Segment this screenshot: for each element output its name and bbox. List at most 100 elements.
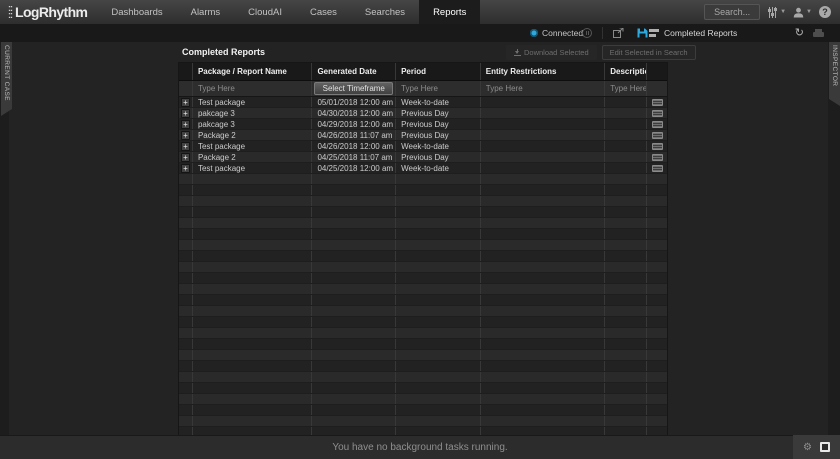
help-icon[interactable]: ?: [819, 6, 831, 18]
description-cell: [605, 152, 647, 162]
table-empty-row[interactable]: [179, 229, 667, 240]
save-view-button[interactable]: [637, 24, 648, 42]
expand-row-icon[interactable]: +: [181, 153, 190, 162]
tab-cases[interactable]: Cases: [296, 0, 351, 24]
generated-date-cell: [312, 328, 396, 338]
row-actions-cell: [647, 207, 667, 217]
table-empty-row[interactable]: [179, 218, 667, 229]
pop-out-button[interactable]: [613, 24, 624, 42]
header-package-name[interactable]: Package / Report Name: [193, 63, 313, 80]
tab-cloudai[interactable]: CloudAI: [234, 0, 296, 24]
expand-row-icon[interactable]: +: [181, 142, 190, 151]
logo-dots-icon: ::::: [8, 5, 12, 19]
print-icon[interactable]: [813, 29, 824, 37]
table-empty-row[interactable]: [179, 317, 667, 328]
table-empty-row[interactable]: [179, 174, 667, 185]
table-empty-row[interactable]: [179, 306, 667, 317]
generated-date-cell: [312, 174, 396, 184]
tab-dashboards[interactable]: Dashboards: [97, 0, 176, 24]
entity-restrictions-cell: [481, 416, 605, 426]
table-row[interactable]: +Test package04/25/2018 12:00 amWeek-to-…: [179, 163, 667, 174]
collapse-statusbar-icon[interactable]: [820, 442, 830, 452]
entity-restrictions-cell: [481, 240, 605, 250]
search-input[interactable]: Search...: [704, 4, 760, 20]
report-actions-icon[interactable]: [652, 121, 663, 128]
table-row[interactable]: +Package 204/25/2018 11:07 amPrevious Da…: [179, 152, 667, 163]
report-actions-icon[interactable]: [652, 154, 663, 161]
toolbar-divider: [602, 24, 603, 42]
report-actions-icon[interactable]: [652, 110, 663, 117]
report-actions-icon[interactable]: [652, 165, 663, 172]
table-row[interactable]: +pakcage 304/29/2018 12:00 amPrevious Da…: [179, 119, 667, 130]
table-empty-row[interactable]: [179, 383, 667, 394]
table-empty-row[interactable]: [179, 372, 667, 383]
package-name-cell: [193, 295, 313, 305]
edit-selected-button[interactable]: Edit Selected in Search: [602, 45, 696, 60]
table-empty-row[interactable]: [179, 196, 667, 207]
filter-menu-button[interactable]: ▼: [767, 7, 786, 18]
period-cell: [396, 273, 481, 283]
download-selected-button[interactable]: Download Selected: [506, 45, 597, 60]
row-expander-cell: [179, 339, 193, 349]
inspector-tab[interactable]: INSPECTOR: [829, 40, 840, 106]
report-actions-icon[interactable]: [652, 132, 663, 139]
report-actions-icon[interactable]: [652, 99, 663, 106]
table-empty-row[interactable]: [179, 185, 667, 196]
row-actions-cell: [647, 108, 667, 118]
description-filter-input[interactable]: [610, 84, 646, 93]
expand-row-icon[interactable]: +: [181, 131, 190, 140]
package-name-cell: [193, 328, 313, 338]
package-name-cell: Test package: [193, 163, 313, 173]
tab-alarms[interactable]: Alarms: [177, 0, 235, 24]
tab-reports[interactable]: Reports: [419, 0, 480, 24]
expand-row-icon[interactable]: +: [181, 98, 190, 107]
period-filter-input[interactable]: [401, 84, 480, 93]
user-menu-button[interactable]: ▼: [793, 7, 812, 18]
header-period[interactable]: Period: [396, 63, 481, 80]
expand-row-icon[interactable]: +: [181, 120, 190, 129]
current-case-tab[interactable]: CURRENT CASE: [1, 40, 12, 116]
pause-updates-button[interactable]: [582, 24, 592, 42]
gear-icon[interactable]: ⚙: [803, 442, 812, 453]
table-empty-row[interactable]: [179, 328, 667, 339]
report-actions-icon[interactable]: [652, 143, 663, 150]
description-cell: [605, 416, 647, 426]
table-row[interactable]: +Test package05/01/2018 12:00 amWeek-to-…: [179, 97, 667, 108]
table-empty-row[interactable]: [179, 207, 667, 218]
tab-searches[interactable]: Searches: [351, 0, 419, 24]
table-empty-row[interactable]: [179, 284, 667, 295]
header-description[interactable]: Description: [605, 63, 647, 80]
table-row[interactable]: +Test package04/26/2018 12:00 amWeek-to-…: [179, 141, 667, 152]
header-generated-date[interactable]: Generated Date: [312, 63, 396, 80]
generated-date-cell: [312, 273, 396, 283]
table-empty-row[interactable]: [179, 416, 667, 427]
table-empty-row[interactable]: [179, 339, 667, 350]
table-row[interactable]: +pakcage 304/30/2018 12:00 amPrevious Da…: [179, 108, 667, 119]
description-cell: [605, 163, 647, 173]
entity-filter-input[interactable]: [486, 84, 604, 93]
header-entity-restrictions[interactable]: Entity Restrictions: [481, 63, 605, 80]
select-timeframe-button[interactable]: Select Timeframe: [314, 82, 393, 95]
description-cell: [605, 394, 647, 404]
refresh-button[interactable]: ↻: [795, 28, 804, 38]
table-empty-row[interactable]: [179, 361, 667, 372]
expand-row-icon[interactable]: +: [181, 109, 190, 118]
description-cell: [605, 339, 647, 349]
table-row[interactable]: +Package 204/26/2018 11:07 amPrevious Da…: [179, 130, 667, 141]
table-empty-row[interactable]: [179, 251, 667, 262]
table-empty-row[interactable]: [179, 350, 667, 361]
table-empty-row[interactable]: [179, 427, 667, 435]
package-name-cell: Package 2: [193, 152, 313, 162]
package-name-cell: [193, 306, 313, 316]
table-empty-row[interactable]: [179, 262, 667, 273]
name-filter-input[interactable]: [198, 84, 312, 93]
table-empty-row[interactable]: [179, 295, 667, 306]
table-empty-row[interactable]: [179, 273, 667, 284]
expand-row-icon[interactable]: +: [181, 164, 190, 173]
table-empty-row[interactable]: [179, 394, 667, 405]
view-selector[interactable]: Completed Reports: [649, 24, 737, 42]
table-empty-row[interactable]: [179, 405, 667, 416]
table-empty-row[interactable]: [179, 240, 667, 251]
package-name-cell: [193, 273, 313, 283]
package-name-cell: [193, 229, 313, 239]
